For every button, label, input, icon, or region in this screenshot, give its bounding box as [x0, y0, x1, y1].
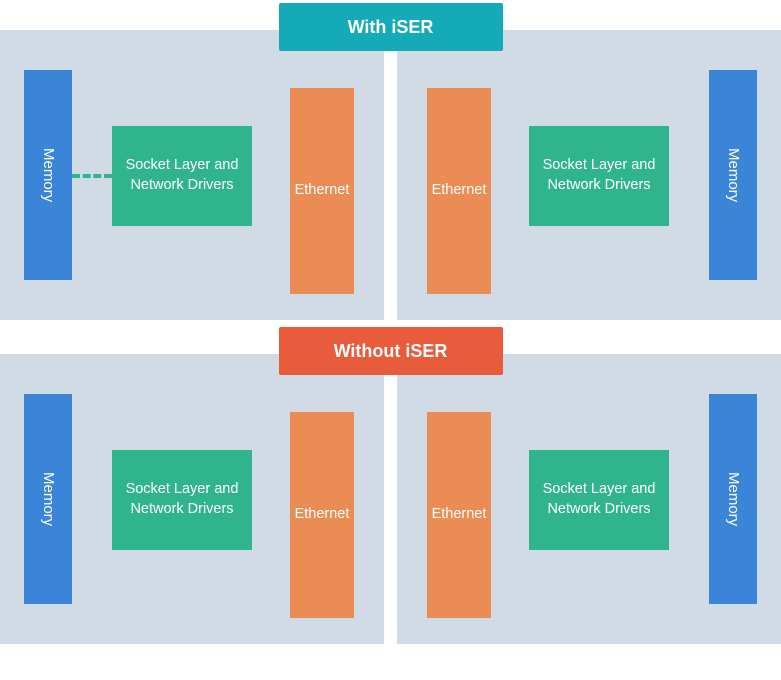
socket-layer-block: Socket Layer and Network Drivers	[112, 450, 252, 550]
with-iser-section: With iSER Memory Socket Layer and Networ…	[0, 30, 781, 320]
memory-block: Memory	[709, 394, 757, 604]
ethernet-block: Ethernet	[427, 88, 491, 294]
title-without-iser: Without iSER	[279, 327, 503, 375]
title-with-iser: With iSER	[279, 3, 503, 51]
memory-block: Memory	[24, 70, 72, 280]
socket-layer-block: Socket Layer and Network Drivers	[529, 126, 669, 226]
without-right-panel: Ethernet Socket Layer and Network Driver…	[397, 354, 781, 644]
without-left-panel: Memory Socket Layer and Network Drivers …	[0, 354, 384, 644]
dashed-connector	[72, 174, 112, 178]
memory-block: Memory	[24, 394, 72, 604]
memory-block: Memory	[709, 70, 757, 280]
socket-layer-block: Socket Layer and Network Drivers	[112, 126, 252, 226]
without-iser-section: Without iSER Memory Socket Layer and Net…	[0, 354, 781, 644]
socket-layer-block: Socket Layer and Network Drivers	[529, 450, 669, 550]
ethernet-block: Ethernet	[427, 412, 491, 618]
ethernet-block: Ethernet	[290, 412, 354, 618]
with-left-panel: Memory Socket Layer and Network Drivers …	[0, 30, 384, 320]
with-right-panel: Ethernet Socket Layer and Network Driver…	[397, 30, 781, 320]
ethernet-block: Ethernet	[290, 88, 354, 294]
